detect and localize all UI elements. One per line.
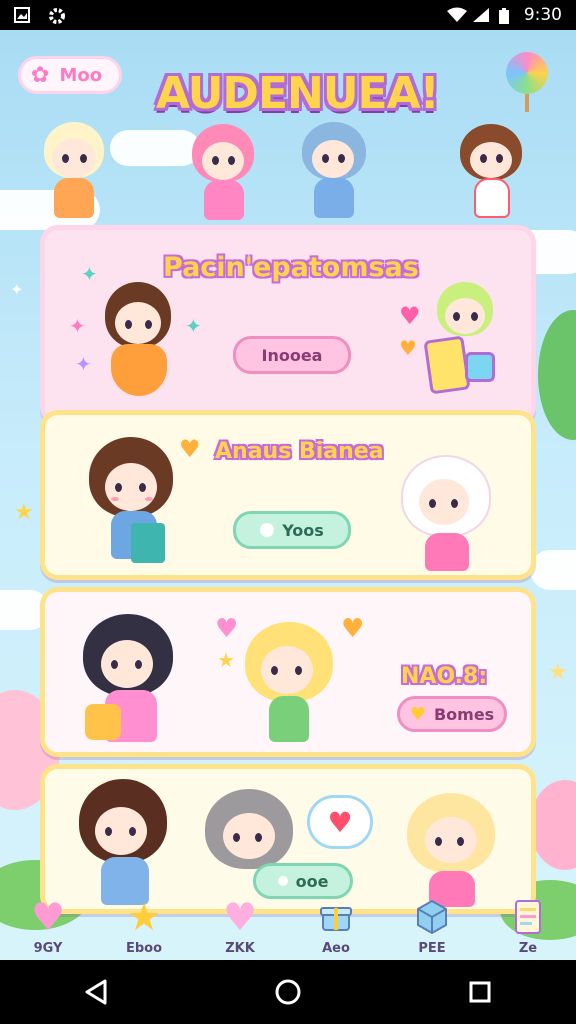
status-bar: 9:30	[0, 0, 576, 30]
signal-icon	[472, 7, 489, 23]
tab-5[interactable]: PEE	[392, 895, 472, 956]
header: ✿ Moo AUDENUEA!	[0, 30, 576, 230]
tab-4-label: Aeo	[322, 941, 350, 956]
tree	[530, 780, 576, 870]
dot-icon	[260, 523, 275, 537]
feature-card-3[interactable]: ♥ ★ ♥ NAO.8: ♥ Bomes	[40, 587, 536, 757]
gift-icon	[311, 895, 361, 939]
sparkle-icon: ✦	[81, 262, 98, 286]
character-card-2-right	[397, 455, 497, 575]
card-3-button-label: Bomes	[433, 704, 495, 724]
star-icon: ★	[126, 895, 162, 939]
status-time: 9:30	[523, 5, 562, 25]
heart-icon: ♥	[399, 336, 417, 360]
bow-icon: ✿	[31, 62, 50, 88]
settings-icon	[48, 7, 65, 24]
tab-3-label: ZKK	[225, 941, 255, 956]
profile-pill[interactable]: ✿ Moo	[18, 56, 122, 94]
bottom-tab-bar: ♥ 9GY ★ Eboo ♥ ZKK Aeo PEE Ze	[0, 880, 576, 960]
card-1-title: Pacin'epatomsas	[163, 252, 419, 283]
card-2-button[interactable]: Yoos	[233, 511, 351, 549]
game-card-icon	[423, 335, 471, 395]
character-card-3-middle	[241, 622, 341, 752]
cube-icon	[407, 895, 457, 939]
tab-1-label: 9GY	[33, 941, 63, 956]
star-icon: ★	[548, 660, 568, 685]
heart-icon: ♥	[409, 703, 426, 725]
card-2-button-label: Yoos	[282, 520, 324, 540]
books-icon	[85, 704, 121, 740]
feature-card-2[interactable]: Anaus Bianea ♥ Yoos	[40, 410, 536, 580]
battery-icon	[498, 7, 514, 24]
star-icon: ★	[14, 500, 34, 525]
cloud	[530, 550, 576, 590]
tree	[538, 310, 576, 440]
heart-bubble-icon: ♥	[215, 614, 239, 644]
tab-2[interactable]: ★ Eboo	[104, 895, 184, 956]
image-icon	[14, 7, 30, 23]
card-1-button-label: Inooea	[261, 345, 323, 365]
character-blue-girl	[298, 122, 378, 222]
tab-6[interactable]: Ze	[488, 895, 568, 956]
character-brown-girl	[456, 124, 536, 224]
sparkle-icon: ✦	[185, 314, 202, 338]
system-nav-bar	[0, 960, 576, 1024]
card-3-title: NAO.8:	[401, 664, 488, 689]
character-blonde-girl	[38, 122, 118, 222]
profile-pill-label: Moo	[59, 64, 103, 86]
card-1-button[interactable]: Inooea	[233, 336, 351, 374]
back-icon[interactable]	[76, 972, 116, 1012]
game-card-icon	[465, 352, 495, 382]
sparkle-icon: ✦	[69, 314, 86, 338]
character-card-1-left	[101, 282, 181, 402]
heart-bubble-icon: ♥	[341, 614, 365, 644]
wifi-icon	[446, 7, 467, 23]
sparkle-icon: ✦	[10, 280, 24, 299]
tab-6-label: Ze	[518, 941, 538, 956]
notebook-icon	[503, 895, 553, 939]
heart-icon: ♥	[222, 895, 258, 939]
heart-icon: ♥	[30, 895, 66, 939]
tab-4[interactable]: Aeo	[296, 895, 376, 956]
star-icon: ★	[217, 648, 235, 672]
recents-icon[interactable]	[460, 972, 500, 1012]
home-icon[interactable]	[268, 972, 308, 1012]
card-3-button[interactable]: ♥ Bomes	[397, 696, 507, 732]
heart-icon: ♥	[399, 302, 421, 330]
tab-3[interactable]: ♥ ZKK	[200, 895, 280, 956]
tab-1[interactable]: ♥ 9GY	[8, 895, 88, 956]
character-pink-girl	[188, 124, 268, 224]
book-icon	[131, 523, 165, 563]
speech-bubble-heart-icon: ♥	[307, 795, 373, 849]
tab-2-label: Eboo	[125, 941, 163, 956]
tab-5-label: PEE	[418, 941, 446, 956]
sparkle-icon: ✦	[75, 352, 92, 376]
app-title: AUDENUEA!	[156, 68, 440, 119]
balloon-icon[interactable]	[506, 52, 548, 112]
feature-card-1[interactable]: Pacin'epatomsas ✦ ✦ ✦ ✦ Inooea ♥ ♥	[40, 225, 536, 425]
card-2-title: Anaus Bianea	[215, 439, 384, 464]
